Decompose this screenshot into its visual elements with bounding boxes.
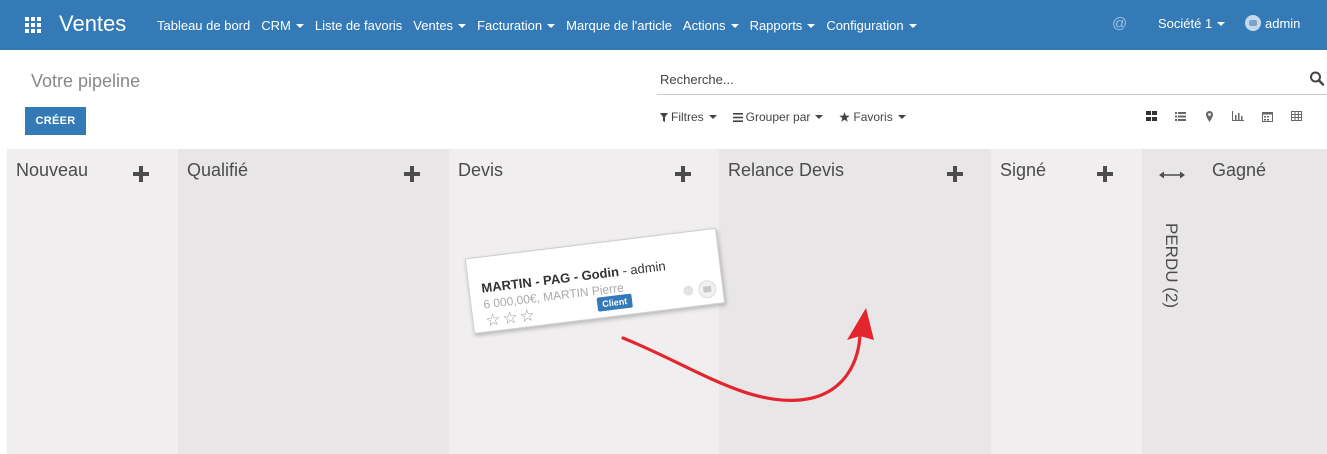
tag-badge: Client — [596, 293, 633, 312]
column-title: Relance Devis — [728, 160, 845, 180]
caret-down-icon — [708, 115, 717, 119]
caret-down-icon — [908, 23, 917, 28]
caret-down-icon — [897, 115, 906, 119]
filter-icon — [660, 112, 668, 122]
filters-button[interactable]: Filtres — [660, 110, 717, 124]
menu-item-dashboard[interactable]: Tableau de bord — [157, 18, 250, 33]
caret-down-icon — [807, 23, 816, 28]
caret-down-icon — [547, 23, 556, 28]
map-marker-icon[interactable] — [1202, 108, 1216, 124]
quick-create-plus-icon[interactable] — [1097, 166, 1113, 182]
folded-column-perdu[interactable]: PERDU (2) — [1142, 149, 1203, 454]
menu-item-configuration[interactable]: Configuration — [826, 18, 917, 33]
caret-down-icon — [730, 23, 739, 28]
user-avatar-icon — [1245, 15, 1261, 31]
unfold-arrows-icon[interactable] — [1159, 171, 1185, 179]
star-icon — [839, 112, 851, 122]
kanban-column-signe[interactable]: Signé — [991, 149, 1142, 454]
create-button[interactable]: CRÉER — [25, 107, 86, 135]
group-by-icon — [732, 112, 743, 122]
kanban-column-nouveau[interactable]: Nouveau — [7, 149, 178, 454]
breadcrumb: Votre pipeline — [31, 71, 141, 91]
group-by-button[interactable]: Grouper par — [732, 110, 824, 124]
graph-view-icon[interactable] — [1231, 108, 1245, 124]
view-switcher — [1144, 108, 1318, 124]
menu-item-actions[interactable]: Actions — [683, 18, 739, 33]
column-title: Gagné — [1212, 160, 1267, 180]
caret-down-icon — [815, 115, 824, 119]
column-title: Devis — [458, 160, 504, 180]
search-input[interactable] — [660, 72, 1260, 87]
column-title: Qualifié — [187, 160, 249, 180]
menu-item-reports[interactable]: Rapports — [750, 18, 816, 33]
quick-create-plus-icon[interactable] — [404, 166, 420, 182]
folded-column-label: PERDU (2) — [1162, 223, 1181, 309]
at-icon[interactable]: @ — [1112, 15, 1127, 32]
column-title: Nouveau — [16, 160, 89, 180]
caret-down-icon — [295, 23, 304, 28]
favorites-button[interactable]: Favoris — [839, 110, 906, 124]
apps-menu-icon[interactable] — [25, 17, 41, 33]
priority-stars-icon[interactable]: ☆☆☆ — [484, 305, 538, 330]
menu-item-crm[interactable]: CRM — [261, 18, 304, 33]
quick-create-plus-icon[interactable] — [675, 166, 691, 182]
kanban-column-qualifie[interactable]: Qualifié — [178, 149, 449, 454]
pivot-view-icon[interactable] — [1289, 108, 1303, 124]
caret-down-icon — [458, 23, 467, 28]
main-menu: Tableau de bord CRM Liste de favoris Ven… — [157, 0, 928, 50]
quick-create-plus-icon[interactable] — [947, 166, 963, 182]
activity-status-icon[interactable] — [682, 284, 694, 297]
menu-item-sales[interactable]: Ventes — [413, 18, 467, 33]
kanban-view-icon[interactable] — [1144, 108, 1158, 124]
quick-create-plus-icon[interactable] — [133, 166, 149, 182]
menu-item-watchlist[interactable]: Liste de favoris — [315, 18, 402, 33]
list-view-icon[interactable] — [1173, 108, 1187, 124]
user-menu[interactable]: admin — [1245, 15, 1300, 31]
app-title[interactable]: Ventes — [59, 11, 126, 37]
search-options: Filtres Grouper par Favoris — [660, 110, 922, 124]
search-icon[interactable] — [1309, 70, 1325, 88]
user-name: admin — [1265, 15, 1301, 31]
salesperson-avatar-icon — [697, 279, 718, 300]
kanban-column-relance-devis[interactable]: Relance Devis — [719, 149, 991, 454]
search-bar — [657, 68, 1327, 95]
menu-item-invoicing[interactable]: Facturation — [477, 18, 556, 33]
column-title: Signé — [1000, 160, 1047, 180]
company-switcher[interactable]: Société 1 — [1158, 16, 1226, 31]
kanban-column-gagne[interactable]: Gagné — [1203, 149, 1327, 454]
top-navbar: Ventes Tableau de bord CRM Liste de favo… — [0, 0, 1327, 50]
menu-item-brand[interactable]: Marque de l'article — [566, 18, 672, 33]
caret-down-icon — [1217, 22, 1226, 26]
calendar-view-icon[interactable] — [1260, 108, 1274, 124]
